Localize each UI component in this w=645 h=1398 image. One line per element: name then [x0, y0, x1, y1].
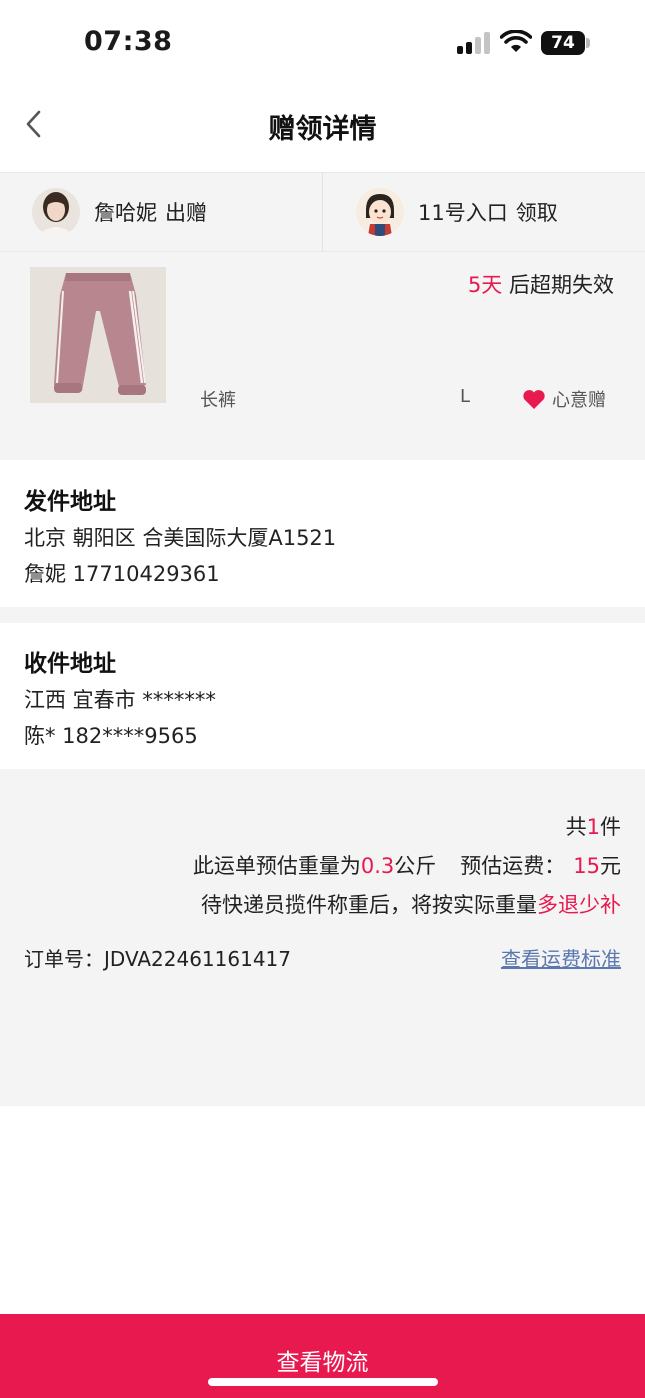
battery-cap — [586, 38, 590, 48]
send-address-detail: 北京 朝阳区 合美国际大厦A1521 — [24, 526, 337, 550]
item-card[interactable]: 5天 后超期失效 长裤 L 心意赠 — [0, 252, 645, 460]
status-time: 07:38 — [84, 26, 173, 57]
fee-label: 预估运费： — [460, 854, 566, 878]
weight-value: 0.3 — [360, 854, 395, 878]
receive-address: 收件地址 江西 宜春市 ******* 陈* 182****9565 — [0, 623, 645, 769]
note-highlight: 多退少补 — [537, 893, 621, 917]
nav-bar: 赠领详情 — [0, 88, 645, 172]
send-address-contact: 詹妮 17710429361 — [24, 562, 220, 586]
item-name: 长裤 — [200, 390, 236, 411]
giver[interactable]: 詹哈妮 出赠 — [32, 173, 207, 251]
battery-icon: 74 — [541, 31, 585, 55]
item-image — [30, 267, 166, 403]
page-title: 赠领详情 — [268, 114, 377, 145]
shipping-info: 共1件 此运单预估重量为0.3公斤 预估运费： 15元 待快递员揽件称重后，将按实际… — [0, 769, 645, 1106]
giver-avatar — [32, 188, 80, 236]
fee-unit: 元 — [600, 854, 621, 878]
status-bar: 07:38 74 — [0, 0, 645, 88]
count-prefix: 共 — [565, 815, 587, 839]
weight-note: 待快递员揽件称重后，将按实际重量多退少补 — [201, 889, 621, 919]
count-suffix: 件 — [600, 815, 621, 839]
receive-address-title: 收件地址 — [24, 651, 116, 677]
gift-tag-label: 心意赠 — [552, 390, 606, 411]
expire-notice: 5天 后超期失效 — [468, 269, 614, 299]
wifi-icon — [500, 30, 532, 52]
count-value: 1 — [586, 815, 600, 839]
expire-suffix: 后超期失效 — [509, 273, 614, 297]
fee-value: 15 — [573, 854, 600, 878]
receiver-avatar — [356, 188, 404, 236]
section-divider — [0, 607, 645, 623]
order-label: 订单号： — [24, 947, 104, 971]
weight-unit: 公斤 — [394, 854, 437, 878]
divider — [322, 173, 323, 251]
participants-row: 詹哈妮 出赠 11号入口 领取 — [0, 172, 645, 252]
receive-address-contact: 陈* 182****9565 — [24, 724, 198, 748]
gift-tag: 心意赠 — [522, 386, 606, 412]
giver-name: 詹哈妮 — [94, 201, 157, 225]
weight-prefix: 此运单预估重量为 — [192, 854, 361, 878]
expire-days: 5天 — [467, 273, 503, 297]
weight-fee-line: 此运单预估重量为0.3公斤 预估运费： 15元 — [193, 850, 621, 880]
heart-icon — [523, 389, 545, 409]
send-address: 发件地址 北京 朝阳区 合美国际大厦A1521 詹妮 17710429361 — [0, 461, 645, 607]
order-number: 订单号：JDVA22461161417 — [24, 943, 291, 972]
receiver[interactable]: 11号入口 领取 — [356, 173, 558, 251]
order-value: JDVA22461161417 — [104, 947, 292, 971]
view-logistics-label: 查看物流 — [276, 1349, 369, 1375]
fee-standard-link[interactable]: 查看运费标准 — [501, 943, 621, 972]
signal-icon — [457, 32, 491, 54]
receiver-action: 领取 — [515, 201, 558, 225]
home-indicator — [208, 1378, 438, 1386]
item-count: 共1件 — [566, 811, 621, 841]
note-prefix: 待快递员揽件称重后，将按实际重量 — [201, 893, 537, 917]
receiver-name: 11号入口 — [418, 201, 508, 225]
item-size: L — [460, 386, 471, 407]
receive-address-detail: 江西 宜春市 ******* — [24, 688, 216, 712]
giver-action: 出赠 — [165, 201, 207, 225]
send-address-title: 发件地址 — [24, 489, 116, 515]
